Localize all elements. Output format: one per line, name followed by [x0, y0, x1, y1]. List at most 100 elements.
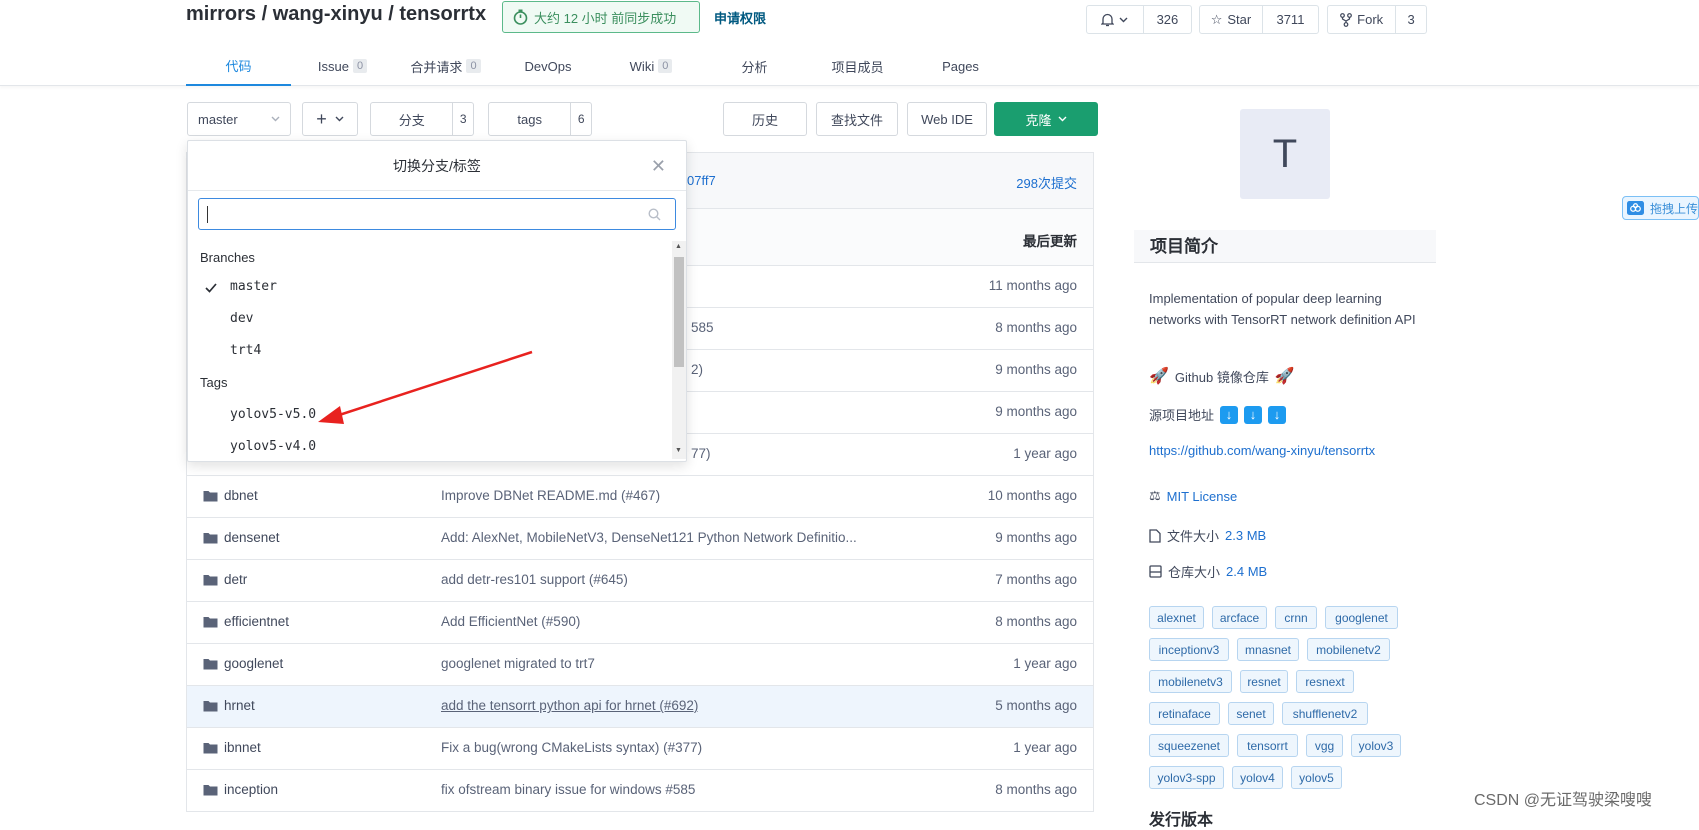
- topic-tag[interactable]: resnet: [1240, 670, 1288, 693]
- topic-tag[interactable]: yolov3: [1351, 734, 1401, 757]
- commit-message[interactable]: add detr-res101 support (#645): [441, 572, 628, 587]
- topic-tag[interactable]: yolov3-spp: [1149, 766, 1224, 789]
- apply-permission-link[interactable]: 申请权限: [714, 8, 766, 27]
- table-row[interactable]: ibnnet Fix a bug(wrong CMakeLists syntax…: [187, 728, 1093, 770]
- commit-time: 8 months ago: [995, 320, 1077, 335]
- fork-count[interactable]: 3: [1396, 6, 1426, 33]
- folder-link[interactable]: inception: [203, 782, 278, 797]
- repo-title[interactable]: mirrors / wang-xinyu / tensorrtx: [186, 3, 486, 26]
- topic-tag[interactable]: arcface: [1212, 606, 1267, 629]
- folder-icon: [203, 532, 218, 543]
- topic-tag[interactable]: senet: [1228, 702, 1274, 725]
- topic-tag[interactable]: crnn: [1275, 606, 1317, 629]
- folder-icon: [203, 700, 218, 711]
- sync-status-text: 大约 12 小时 前同步成功: [534, 10, 677, 26]
- topic-tag[interactable]: alexnet: [1149, 606, 1204, 629]
- dropdown-scrollbar[interactable]: ▲ ▼: [672, 241, 686, 459]
- table-row[interactable]: inception fix ofstream binary issue for …: [187, 770, 1093, 812]
- commit-message[interactable]: Add: AlexNet, MobileNetV3, DenseNet121 P…: [441, 530, 857, 545]
- find-file-button[interactable]: 查找文件: [816, 102, 898, 136]
- branch-search-input[interactable]: [198, 198, 676, 230]
- scroll-down-icon[interactable]: ▼: [675, 447, 682, 454]
- folder-link[interactable]: hrnet: [203, 698, 255, 713]
- scrollbar-thumb[interactable]: [674, 257, 684, 367]
- tab-merge-requests[interactable]: 合并请求 0: [394, 46, 497, 86]
- commit-time: 7 months ago: [995, 572, 1077, 587]
- fork-button-group[interactable]: Fork 3: [1327, 5, 1427, 34]
- history-button[interactable]: 历史: [723, 102, 807, 136]
- dropdown-title: 切换分支/标签: [188, 141, 686, 191]
- folder-name: ibnnet: [224, 740, 261, 755]
- folder-link[interactable]: ibnnet: [203, 740, 261, 755]
- topic-tag[interactable]: shufflenetv2: [1282, 702, 1368, 725]
- star-count[interactable]: 3711: [1263, 6, 1318, 33]
- folder-link[interactable]: googlenet: [203, 656, 283, 671]
- topic-tag[interactable]: tensorrt: [1237, 734, 1298, 757]
- commit-message[interactable]: 77): [691, 446, 711, 461]
- commit-message[interactable]: add the tensorrt python api for hrnet (#…: [441, 698, 698, 713]
- source-url-link[interactable]: https://github.com/wang-xinyu/tensorrtx: [1149, 443, 1375, 458]
- clone-button[interactable]: 克隆: [994, 102, 1098, 136]
- branch-select[interactable]: master: [187, 102, 291, 136]
- scroll-up-icon[interactable]: ▲: [675, 243, 682, 250]
- topic-tag[interactable]: mnasnet: [1237, 638, 1299, 661]
- tab-devops[interactable]: DevOps: [497, 46, 599, 86]
- tab-label: Pages: [942, 58, 979, 74]
- topic-tag[interactable]: mobilenetv2: [1307, 638, 1390, 661]
- star-button[interactable]: ☆ Star: [1200, 6, 1263, 33]
- branch-item-dev[interactable]: dev: [230, 311, 253, 326]
- topic-tag[interactable]: retinaface: [1149, 702, 1220, 725]
- topic-tag[interactable]: mobilenetv3: [1149, 670, 1232, 693]
- topic-tag[interactable]: squeezenet: [1149, 734, 1229, 757]
- topic-tag[interactable]: yolov5: [1291, 766, 1342, 789]
- baidu-upload-widget[interactable]: 拖拽上传: [1622, 196, 1699, 220]
- close-icon[interactable]: ✕: [651, 156, 666, 177]
- commit-message[interactable]: Add EfficientNet (#590): [441, 614, 580, 629]
- add-menu-button[interactable]: +: [302, 102, 358, 136]
- topic-tag[interactable]: resnext: [1296, 670, 1354, 693]
- tags-section-label: Tags: [200, 375, 228, 390]
- tab-members[interactable]: 项目成员: [806, 46, 909, 86]
- commit-hash-link[interactable]: 07ff7: [687, 173, 716, 188]
- commit-message[interactable]: fix ofstream binary issue for windows #5…: [441, 782, 695, 797]
- commit-message[interactable]: googlenet migrated to trt7: [441, 656, 595, 671]
- folder-link[interactable]: efficientnet: [203, 614, 289, 629]
- star-button-group[interactable]: ☆ Star 3711: [1199, 5, 1319, 34]
- down-arrow-icon: ↓: [1244, 405, 1263, 424]
- commit-message[interactable]: Improve DBNet README.md (#467): [441, 488, 660, 503]
- folder-link[interactable]: dbnet: [203, 488, 258, 503]
- tab-pages[interactable]: Pages: [909, 46, 1012, 86]
- commit-message[interactable]: 2): [691, 362, 703, 377]
- table-row[interactable]: hrnet add the tensorrt python api for hr…: [187, 686, 1093, 728]
- table-row[interactable]: detr add detr-res101 support (#645) 7 mo…: [187, 560, 1093, 602]
- fork-button[interactable]: Fork: [1328, 6, 1397, 33]
- branch-item-master[interactable]: master: [230, 279, 277, 294]
- folder-name: dbnet: [224, 488, 258, 503]
- table-row[interactable]: googlenet googlenet migrated to trt7 1 y…: [187, 644, 1093, 686]
- tab-code[interactable]: 代码: [186, 46, 291, 86]
- branch-item-trt4[interactable]: trt4: [230, 343, 261, 358]
- table-row[interactable]: densenet Add: AlexNet, MobileNetV3, Dens…: [187, 518, 1093, 560]
- web-ide-button[interactable]: Web IDE: [907, 102, 987, 136]
- watch-count[interactable]: 326: [1144, 6, 1191, 33]
- folder-link[interactable]: detr: [203, 572, 247, 587]
- license-link[interactable]: MIT License: [1167, 489, 1238, 504]
- commit-message[interactable]: Fix a bug(wrong CMakeLists syntax) (#377…: [441, 740, 702, 755]
- commit-count-link[interactable]: 298次提交: [1016, 173, 1077, 192]
- watch-button[interactable]: [1087, 6, 1144, 33]
- tab-analysis[interactable]: 分析: [703, 46, 806, 86]
- topic-tag[interactable]: yolov4: [1232, 766, 1283, 789]
- branches-button[interactable]: 分支 3: [370, 102, 474, 136]
- topic-tag[interactable]: googlenet: [1325, 606, 1398, 629]
- tab-wiki[interactable]: Wiki 0: [599, 46, 703, 86]
- tab-issue[interactable]: Issue 0: [291, 46, 394, 86]
- table-row[interactable]: dbnet Improve DBNet README.md (#467) 10 …: [187, 476, 1093, 518]
- folder-link[interactable]: densenet: [203, 530, 280, 545]
- watch-button-group[interactable]: 326: [1086, 5, 1192, 34]
- tag-item-yolov5-v4[interactable]: yolov5-v4.0: [230, 439, 316, 454]
- topic-tag[interactable]: vgg: [1306, 734, 1343, 757]
- topic-tag[interactable]: inceptionv3: [1149, 638, 1229, 661]
- table-row[interactable]: efficientnet Add EfficientNet (#590) 8 m…: [187, 602, 1093, 644]
- tags-button[interactable]: tags 6: [488, 102, 592, 136]
- commit-message[interactable]: 585: [691, 320, 714, 335]
